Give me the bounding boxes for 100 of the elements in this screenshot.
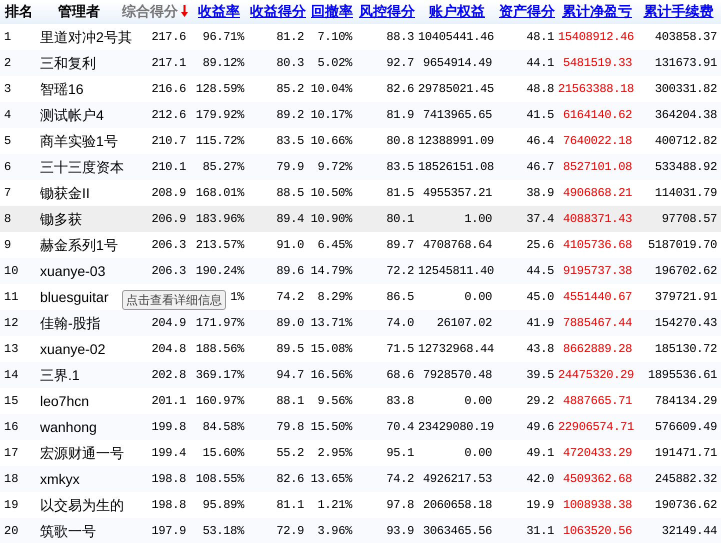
table-cell: 95.1: [386, 446, 414, 460]
table-cell: 217.1: [151, 56, 186, 70]
table-cell: 29785021.45: [418, 82, 494, 96]
table-cell: 188.56%: [196, 342, 244, 356]
column-header[interactable]: 排名: [0, 0, 38, 24]
table-cell: 190736.62: [654, 498, 717, 512]
manager-name[interactable]: 赫金系列1号: [40, 236, 118, 252]
table-cell: 10.04%: [310, 82, 352, 96]
manager-name[interactable]: 商羊实验1号: [40, 132, 118, 148]
table-cell: 190.24%: [196, 264, 244, 278]
table-cell: 13: [4, 342, 18, 356]
manager-name[interactable]: 佳翰-股指: [40, 314, 101, 330]
table-cell: 12388991.09: [418, 134, 494, 148]
table-cell: 216.6: [151, 82, 186, 96]
table-cell: 97.8: [386, 498, 414, 512]
table-cell: 179.92%: [196, 108, 244, 122]
column-header[interactable]: 收益得分: [248, 0, 308, 24]
table-cell: 7.10%: [317, 30, 352, 44]
table-cell: 1: [4, 30, 12, 44]
table-cell: 85.2: [276, 82, 304, 96]
table-cell: 212.6: [151, 108, 186, 122]
table-cell: 4088371.43: [562, 212, 632, 226]
manager-name[interactable]: leo7hcn: [40, 392, 90, 408]
table-cell: 8.29%: [317, 290, 352, 304]
table-cell: 89.7: [386, 238, 414, 252]
table-cell: 19.9: [526, 498, 554, 512]
column-header[interactable]: 收益率: [190, 0, 248, 24]
table-cell: 15.60%: [202, 446, 244, 460]
table-cell: 3.96%: [317, 524, 352, 538]
table-cell: 217.6: [151, 30, 186, 44]
manager-name[interactable]: 里道对冲2号其: [40, 28, 132, 44]
table-cell: 89.12%: [202, 56, 244, 70]
table-cell: 213.57%: [196, 238, 244, 252]
table-cell: 2: [4, 56, 12, 70]
table-cell: 79.8: [276, 420, 304, 434]
column-header[interactable]: 风控得分: [356, 0, 418, 24]
column-header[interactable]: 累计净盈亏: [558, 0, 636, 24]
column-header[interactable]: 管理者: [38, 0, 120, 24]
table-cell: 96.71%: [202, 30, 244, 44]
table-cell: 3: [4, 82, 12, 96]
manager-name[interactable]: 筑歌一号: [40, 522, 96, 538]
manager-name[interactable]: bluesguitar: [40, 288, 108, 304]
table-cell: 196702.62: [654, 264, 717, 278]
manager-name[interactable]: 三界.1: [40, 366, 80, 382]
table-cell: 9.56%: [317, 394, 352, 408]
table-cell: 0.00: [464, 394, 492, 408]
table-cell: 5.02%: [317, 56, 352, 70]
table-cell: 403858.37: [654, 30, 717, 44]
column-header[interactable]: 回撤率: [308, 0, 356, 24]
table-cell: 81.1: [276, 498, 304, 512]
table-cell: 45.0: [526, 290, 554, 304]
table-cell: 533488.92: [654, 160, 717, 174]
table-cell: 18: [4, 472, 18, 486]
table-cell: 89.0: [276, 316, 304, 330]
table-cell: 83.5: [386, 160, 414, 174]
manager-name[interactable]: 测试帐户4: [40, 106, 104, 122]
table-cell: 86.5: [386, 290, 414, 304]
manager-name[interactable]: 智瑶16: [40, 80, 84, 96]
table-cell: 114031.79: [654, 186, 717, 200]
table-cell: 7928570.48: [422, 368, 492, 382]
table-cell: 784134.29: [654, 394, 717, 408]
table-cell: 72.2: [386, 264, 414, 278]
table-cell: 210.7: [151, 134, 186, 148]
manager-name[interactable]: 三和复利: [40, 54, 96, 70]
table-cell: 46.7: [526, 160, 554, 174]
table-cell: 41.5: [526, 108, 554, 122]
table-cell: 9654914.49: [422, 56, 492, 70]
table-cell: 26107.02: [436, 316, 492, 330]
table-cell: 2060658.18: [422, 498, 492, 512]
table-cell: 18526151.08: [418, 160, 494, 174]
column-header[interactable]: 累计手续费: [636, 0, 721, 24]
table-cell: 81.2: [276, 30, 304, 44]
table-cell: 208.9: [151, 186, 186, 200]
table-cell: 81.5: [386, 186, 414, 200]
column-header[interactable]: 综合得分: [120, 0, 190, 24]
table-cell: 9195737.38: [562, 264, 632, 278]
manager-name[interactable]: 以交易为生的: [40, 496, 124, 512]
table-cell: 131673.91: [654, 56, 717, 70]
table-cell: 24475320.29: [558, 368, 634, 382]
table-cell: 83.8: [386, 394, 414, 408]
manager-name[interactable]: xuanye-02: [40, 340, 106, 356]
table-cell: 154270.43: [654, 316, 717, 330]
manager-name[interactable]: 锄多获: [40, 210, 82, 226]
table-cell: 191471.71: [654, 446, 717, 460]
manager-name[interactable]: 三十三度资本: [40, 158, 124, 174]
column-header[interactable]: 账户权益: [418, 0, 496, 24]
table-cell: 17: [4, 446, 18, 460]
manager-name[interactable]: wanhong: [40, 418, 97, 434]
table-cell: 16: [4, 420, 18, 434]
table-cell: 10.66%: [310, 134, 352, 148]
manager-name[interactable]: 锄获金II: [40, 184, 90, 200]
column-header[interactable]: 资产得分: [496, 0, 558, 24]
manager-name[interactable]: xuanye-03: [40, 262, 106, 278]
manager-name[interactable]: 宏源财通一号: [40, 444, 124, 460]
table-cell: 5187019.70: [648, 238, 717, 252]
table-cell: 80.8: [386, 134, 414, 148]
table-cell: 15.08%: [310, 342, 352, 356]
table-cell: 8: [4, 212, 12, 226]
table-cell: 5: [4, 134, 12, 148]
manager-name[interactable]: xmkyx: [40, 470, 80, 486]
